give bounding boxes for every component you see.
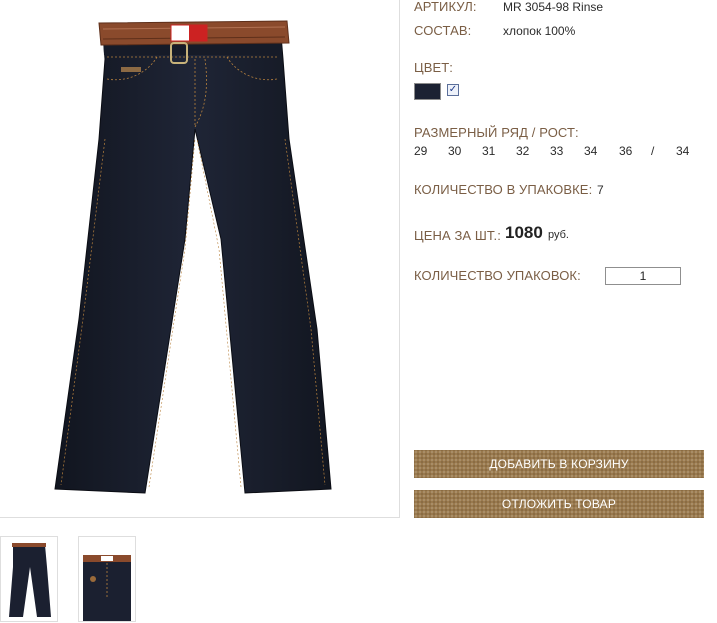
- color-selected-checkbox[interactable]: ✓: [447, 84, 459, 96]
- price-value: 1080: [505, 223, 543, 242]
- size-value: 32: [516, 144, 530, 158]
- size-value: 33: [550, 144, 564, 158]
- pack-quantity-value: 7: [597, 183, 604, 197]
- size-list: 29 30 31 32 33 34 36 / 34: [414, 144, 704, 160]
- pack-quantity-label: КОЛИЧЕСТВО В УПАКОВКЕ:: [414, 182, 593, 197]
- color-label: ЦВЕТ:: [414, 60, 454, 75]
- product-main-image[interactable]: [0, 0, 400, 518]
- packs-count-label: КОЛИЧЕСТВО УПАКОВОК:: [414, 268, 581, 283]
- price-currency: руб.: [548, 229, 569, 241]
- price-label: ЦЕНА ЗА ШТ.:: [414, 228, 501, 243]
- packs-count-input[interactable]: [605, 267, 681, 285]
- size-value: 34: [584, 144, 598, 158]
- article-label: АРТИКУЛ:: [414, 0, 477, 14]
- size-value: 29: [414, 144, 428, 158]
- composition-label: СОСТАВ:: [414, 23, 472, 38]
- composition-value: хлопок 100%: [503, 24, 576, 38]
- jeans-illustration: [54, 20, 332, 494]
- size-value: 36: [619, 144, 633, 158]
- size-value: 31: [482, 144, 496, 158]
- defer-item-button[interactable]: ОТЛОЖИТЬ ТОВАР: [414, 490, 704, 518]
- article-value: MR 3054-98 Rinse: [503, 0, 604, 14]
- size-range-label: РАЗМЕРНЫЙ РЯД / РОСТ:: [414, 125, 579, 140]
- size-separator: /: [651, 144, 655, 158]
- thumbnail-detail-view[interactable]: [78, 536, 136, 622]
- height-value: 34: [676, 144, 690, 158]
- thumbnail-full-view[interactable]: [0, 536, 58, 622]
- color-swatch[interactable]: [414, 83, 441, 100]
- add-to-cart-button[interactable]: ДОБАВИТЬ В КОРЗИНУ: [414, 450, 704, 478]
- size-value: 30: [448, 144, 462, 158]
